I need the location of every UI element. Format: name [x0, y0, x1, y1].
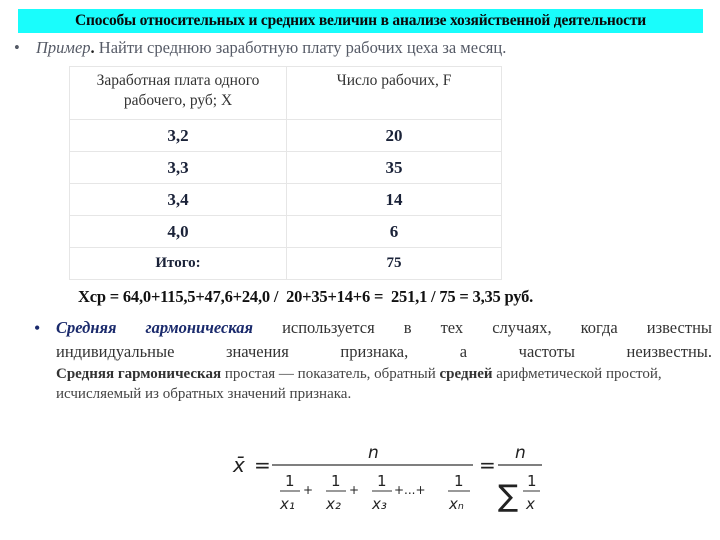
example-label: Пример [36, 38, 91, 57]
total-label: Итого: [69, 247, 287, 280]
term-2-denominator: x₂ [325, 495, 341, 513]
table-header-row: Заработная плата одного рабочего, руб; X… [69, 66, 502, 120]
bullet-icon: • [14, 38, 20, 57]
table-row: 3,4 14 [69, 183, 502, 216]
table-row: 4,0 6 [69, 215, 502, 248]
formula-graphic: x̄ = n 1 x₁ + 1 x₂ + 1 x₃ +...+ 1 xₙ = n… [232, 443, 542, 514]
definition-text-1: простая — показатель, обратный [221, 366, 440, 382]
harmonic-line-1: Средняя гармоническая используется в тех… [56, 316, 712, 340]
harmonic-term: Средняя гармоническая [56, 318, 254, 337]
example-text: Найти среднюю заработную плату рабочих ц… [94, 38, 507, 57]
harmonic-paragraph: • Средняя гармоническая используется в т… [34, 316, 712, 404]
cell-wage: 3,3 [69, 151, 287, 184]
formula-numerator: n [368, 443, 379, 463]
definition-term: Средняя гармоническая [56, 366, 222, 382]
cell-workers: 20 [286, 119, 502, 152]
harmonic-definition: Средняя гармоническая простая — показате… [56, 364, 712, 404]
term-3-denominator: x₃ [371, 495, 387, 513]
cell-workers: 14 [286, 183, 502, 216]
sigma-term-numerator: 1 [527, 472, 537, 490]
total-value: 75 [286, 247, 502, 280]
cell-workers: 6 [286, 215, 502, 248]
wage-table: Заработная плата одного рабочего, руб; X… [69, 66, 502, 280]
mean-calculation: Xср = 64,0+115,5+47,6+24,0 / 20+35+14+6 … [78, 287, 534, 306]
header-wage: Заработная плата одного рабочего, руб; X [69, 66, 287, 120]
sigma-term-denominator: x [525, 495, 535, 513]
term-1-numerator: 1 [285, 472, 295, 490]
cell-wage: 3,4 [69, 183, 287, 216]
harmonic-line1-text: используется в тех случаях, когда извест… [282, 318, 712, 337]
plus-2: + [349, 483, 359, 497]
cell-wage: 4,0 [69, 215, 287, 248]
term-1-denominator: x₁ [279, 495, 295, 513]
table-row: 3,2 20 [69, 119, 502, 152]
formula-lhs: x̄ [232, 453, 245, 477]
formula-eq-2: = [479, 453, 496, 477]
formula-eq-1: = [254, 453, 271, 477]
term-n-numerator: 1 [454, 472, 464, 490]
title-banner: Способы относительных и средних величин … [18, 9, 703, 33]
harmonic-line-2: индивидуальные значения признака, а част… [56, 342, 712, 361]
cell-workers: 35 [286, 151, 502, 184]
sigma-icon: ∑ [498, 479, 518, 514]
term-3-numerator: 1 [377, 472, 387, 490]
bullet-icon: • [34, 318, 41, 338]
ellipsis: +...+ [394, 483, 426, 497]
term-n-denominator: xₙ [448, 495, 464, 513]
example-statement: • Пример. Найти среднюю заработную плату … [14, 38, 506, 58]
table-row: 3,3 35 [69, 151, 502, 184]
definition-term-2: средней [439, 366, 493, 382]
sigma-numerator: n [515, 443, 526, 463]
page-title: Способы относительных и средних величин … [74, 12, 647, 29]
plus-1: + [303, 483, 313, 497]
table-total-row: Итого: 75 [69, 247, 502, 280]
term-2-numerator: 1 [331, 472, 341, 490]
header-workers: Число рабочих, F [286, 66, 502, 120]
cell-wage: 3,2 [69, 119, 287, 152]
harmonic-mean-formula: x̄ = n 1 x₁ + 1 x₂ + 1 x₃ +...+ 1 xₙ = n… [230, 436, 560, 526]
